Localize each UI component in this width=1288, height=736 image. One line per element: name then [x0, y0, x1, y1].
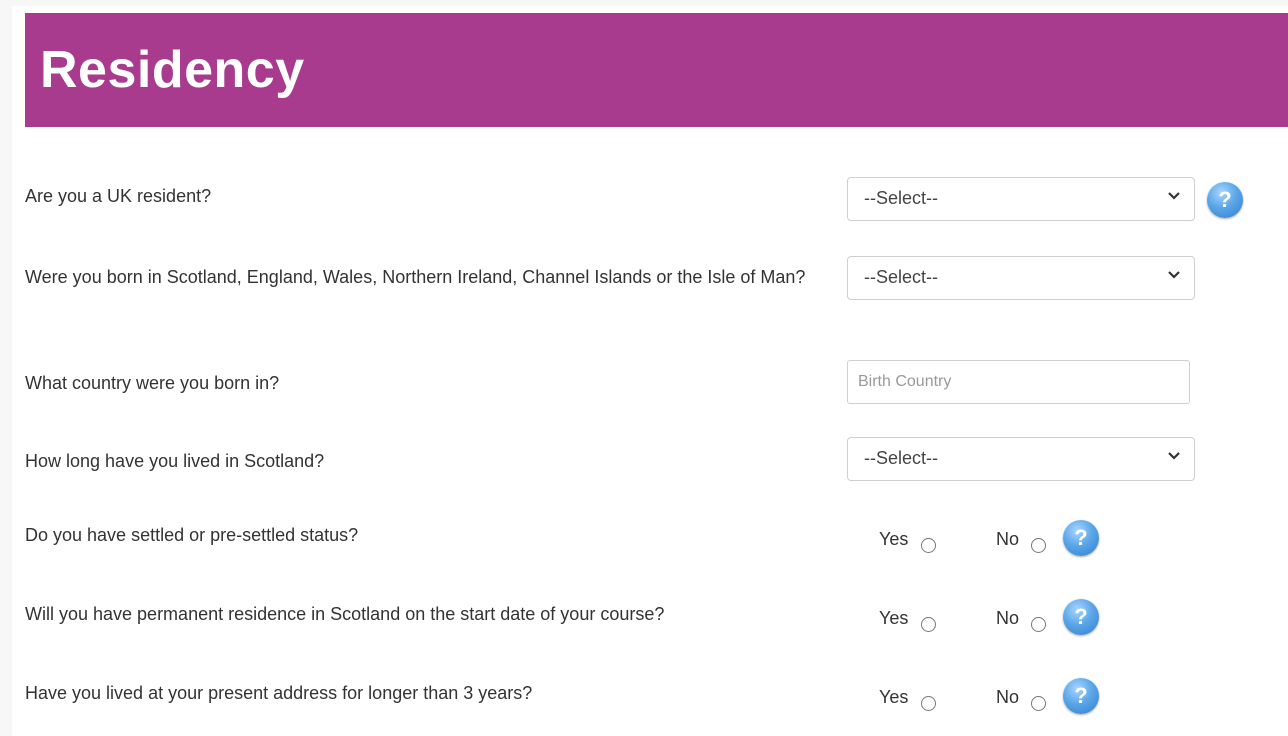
settled-no-radio[interactable] [1031, 538, 1046, 553]
birth-country-placeholder: Birth Country [858, 373, 952, 390]
address-yes-radio[interactable] [921, 696, 936, 711]
uk-resident-select[interactable]: --Select-- [847, 177, 1195, 221]
settled-no-label: No [996, 529, 1020, 549]
permanent-no-radio[interactable] [1031, 617, 1046, 632]
question-birth-country-label: What country were you born in? [25, 373, 280, 393]
page-title: Residency [40, 41, 305, 99]
question-settled-status-label: Do you have settled or pre-settled statu… [25, 525, 359, 545]
help-icon[interactable]: ? [1063, 520, 1099, 556]
chevron-down-icon [1168, 452, 1180, 460]
born-uk-select-value: --Select-- [864, 267, 939, 287]
question-present-address-label: Have you lived at your present address f… [25, 683, 533, 703]
question-permanent-residence-label: Will you have permanent residence in Sco… [25, 604, 665, 624]
question-lived-scotland-label: How long have you lived in Scotland? [25, 451, 325, 471]
chevron-down-icon [1168, 271, 1180, 279]
help-icon[interactable]: ? [1063, 599, 1099, 635]
uk-resident-select-value: --Select-- [864, 188, 939, 208]
settled-yes-radio[interactable] [921, 538, 936, 553]
address-yes-label: Yes [879, 687, 909, 707]
lived-scotland-select-value: --Select-- [864, 448, 939, 468]
chevron-down-icon [1168, 192, 1180, 200]
address-no-label: No [996, 687, 1020, 707]
question-uk-resident-label: Are you a UK resident? [25, 186, 212, 206]
birth-country-input[interactable]: Birth Country [847, 360, 1190, 404]
address-no-radio[interactable] [1031, 696, 1046, 711]
help-icon[interactable]: ? [1063, 678, 1099, 714]
question-born-uk-label: Were you born in Scotland, England, Wale… [25, 267, 806, 287]
lived-scotland-select[interactable]: --Select-- [847, 437, 1195, 481]
settled-yes-label: Yes [879, 529, 909, 549]
permanent-yes-label: Yes [879, 608, 909, 628]
permanent-yes-radio[interactable] [921, 617, 936, 632]
help-icon[interactable]: ? [1207, 182, 1243, 218]
permanent-no-label: No [996, 608, 1020, 628]
born-uk-select[interactable]: --Select-- [847, 256, 1195, 300]
